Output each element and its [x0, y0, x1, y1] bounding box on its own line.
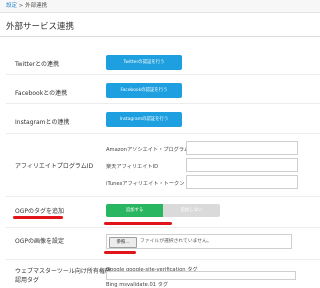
breadcrumb: 設定 > 外部連携: [0, 0, 320, 13]
instagram-auth-button[interactable]: Instagramの認証を行う: [106, 112, 182, 127]
rakuten-id-input[interactable]: [186, 158, 298, 172]
google-verification-input[interactable]: [106, 271, 296, 280]
row-divider: [6, 196, 320, 197]
affiliate-label: アフィリエイトプログラムID: [15, 163, 94, 170]
row-divider: [6, 259, 320, 260]
ogp-image-label: OGPの画像を設定: [15, 238, 64, 245]
breadcrumb-current: 外部連携: [25, 3, 48, 9]
row-divider: [6, 103, 320, 104]
browse-button[interactable]: 参照...: [109, 237, 137, 248]
amazon-id-input[interactable]: [186, 141, 298, 155]
file-status-text: ファイルが選択されていません。: [140, 239, 212, 244]
breadcrumb-separator: >: [18, 3, 24, 9]
title-divider: [0, 36, 320, 37]
instagram-label: Instagramとの連携: [15, 119, 70, 126]
row-divider: [6, 133, 320, 134]
twitter-label: Twitterとの連携: [15, 61, 60, 68]
amazon-id-label: Amazonアソシエイト・プログラムID: [106, 147, 195, 153]
facebook-auth-button[interactable]: Facebookの認証を行う: [106, 83, 182, 98]
page-title: 外部サービス連携: [6, 22, 75, 32]
breadcrumb-settings-link[interactable]: 設定: [6, 3, 17, 9]
itunes-token-input[interactable]: [186, 175, 298, 189]
ogp-tag-off-toggle[interactable]: 追加しない: [163, 204, 220, 217]
row-divider: [6, 227, 320, 228]
row-divider: [6, 74, 320, 75]
annotation-underline: [104, 222, 172, 225]
ogp-image-file-input[interactable]: 参照... ファイルが選択されていません。: [106, 234, 292, 249]
facebook-label: Facebookとの連携: [15, 90, 68, 97]
twitter-auth-button[interactable]: Twitterの認証を行う: [106, 55, 182, 70]
ogp-tag-label: OGPのタグを追加: [15, 208, 64, 215]
annotation-underline: [104, 251, 136, 254]
annotation-underline: [13, 216, 63, 219]
itunes-token-label: iTunesアフィリエイト・トークン: [106, 181, 185, 187]
webmaster-label-line2: 認用タグ: [15, 277, 40, 284]
rakuten-id-label: 楽天アフィリエイトID: [106, 164, 159, 170]
webmaster-label-line1: ウェブマスターツール向け所有権確: [15, 268, 111, 275]
ogp-tag-on-toggle[interactable]: 追加する: [106, 204, 163, 217]
